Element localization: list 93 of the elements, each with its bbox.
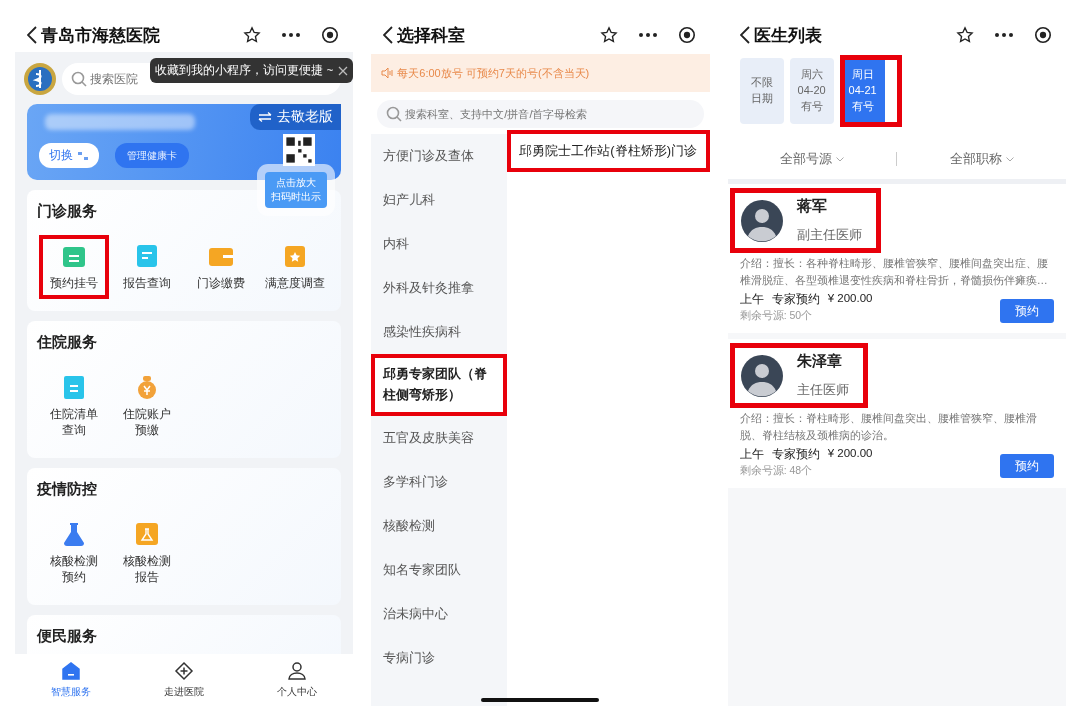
- swap-icon: [258, 112, 273, 122]
- page-title: 医生列表: [739, 23, 822, 47]
- doctor-title: 副主任医师: [796, 226, 862, 244]
- close-icon[interactable]: [338, 65, 349, 76]
- department-category[interactable]: 专病门诊: [371, 636, 508, 680]
- service-label: 门诊缴费: [196, 276, 245, 291]
- qr-hint-tooltip: 点击放大 扫码时出示: [265, 172, 328, 208]
- switch-button[interactable]: 切换: [39, 143, 99, 168]
- department-category[interactable]: 多学科门诊: [371, 460, 508, 504]
- date-tab[interactable]: 周六 04-20 有号: [789, 58, 834, 124]
- date-tab[interactable]: 周日 04-21 有号: [839, 55, 902, 127]
- nav-tab[interactable]: 走进医院: [127, 654, 241, 706]
- service-item[interactable]: 门诊缴费: [185, 235, 256, 300]
- section-title: 疫情防控: [37, 480, 98, 500]
- service-item[interactable]: 住院账户 预缴: [112, 366, 183, 447]
- date-tab[interactable]: 不限 日期: [739, 58, 784, 124]
- hospital-icon: [174, 661, 195, 681]
- department-category[interactable]: 知名专家团队: [371, 548, 508, 592]
- service-item[interactable]: 报告查询: [112, 235, 183, 300]
- session-text: 上午: [739, 447, 764, 462]
- filter-dropdown[interactable]: 全部职称: [897, 149, 1066, 169]
- service-label: 住院清单 查询: [49, 407, 98, 439]
- nav-tab[interactable]: 智慧服务: [15, 654, 128, 706]
- hospital-logo-icon: [23, 62, 57, 96]
- speaker-icon: [381, 67, 394, 79]
- target-icon[interactable]: [321, 26, 340, 44]
- service-label: 满意度调查: [264, 276, 325, 291]
- more-icon[interactable]: [637, 32, 658, 38]
- department-category[interactable]: 感染性疾病科: [371, 310, 508, 354]
- doctor-intro: 介绍：擅长：各种脊柱畸形、腰椎管狭窄、腰椎间盘突出症、腰椎滑脱症、各型颈椎退变性疾病和脊柱骨折，脊髓损伤伴瘫痪…: [739, 256, 1049, 288]
- department-category[interactable]: 五官及皮肤美容: [371, 416, 508, 460]
- service-label: 住院账户 预缴: [123, 407, 172, 439]
- manage-card-button[interactable]: 管理健康卡: [115, 143, 189, 168]
- book-button[interactable]: 预约: [1000, 299, 1054, 323]
- section-title: 便民服务: [37, 627, 98, 647]
- department-category[interactable]: 外科及针灸推拿: [371, 266, 508, 310]
- clinic-item[interactable]: 邱勇院士工作站(脊柱矫形)门诊: [507, 130, 710, 172]
- back-icon[interactable]: [27, 26, 37, 44]
- service-item[interactable]: 预约挂号: [38, 235, 109, 300]
- filter-dropdown[interactable]: 全部号源: [727, 149, 897, 169]
- department-category[interactable]: 妇产儿科: [371, 178, 508, 222]
- service-item[interactable]: 住院清单 查询: [38, 366, 109, 447]
- session-text: 上午: [739, 292, 764, 307]
- remaining-slots: 剩余号源: 50个: [739, 309, 873, 323]
- department-category[interactable]: 内科: [371, 222, 508, 266]
- avatar-icon: [740, 199, 783, 242]
- service-item[interactable]: 核酸检测 报告: [112, 513, 183, 594]
- elder-mode-button[interactable]: 去敬老版: [250, 104, 342, 130]
- person-icon: [286, 661, 307, 681]
- nav-tab[interactable]: 个人中心: [240, 654, 354, 706]
- service-item[interactable]: 满意度调查: [259, 235, 330, 300]
- price-text: ¥ 200.00: [827, 447, 873, 461]
- section-title: 住院服务: [37, 333, 98, 353]
- search-field[interactable]: 搜索科室、支持中文/拼音/首字母检索: [377, 100, 704, 128]
- more-icon[interactable]: [281, 32, 302, 38]
- star-icon[interactable]: [956, 26, 974, 44]
- star-icon[interactable]: [243, 26, 262, 44]
- doctor-name: 蒋军: [796, 197, 828, 216]
- service-label: 报告查询: [123, 276, 172, 291]
- qr-code-icon[interactable]: [283, 134, 316, 166]
- doctor-name: 朱泽章: [796, 352, 843, 371]
- book-button[interactable]: 预约: [1000, 454, 1054, 478]
- switch-icon: [77, 150, 89, 161]
- star-icon[interactable]: [599, 26, 618, 44]
- home-icon: [61, 661, 82, 681]
- appointment-type: 专家预约: [771, 292, 820, 307]
- section-title: 门诊服务: [37, 202, 98, 221]
- service-label: 预约挂号: [49, 276, 98, 291]
- remaining-slots: 剩余号源: 48个: [739, 464, 873, 478]
- target-icon[interactable]: [1034, 26, 1052, 44]
- page-title: 青岛市海慈医院: [27, 23, 160, 47]
- service-item[interactable]: 核酸检测 预约: [38, 513, 109, 594]
- chevron-down-icon: [1005, 156, 1014, 162]
- avatar-icon: [740, 354, 783, 397]
- back-icon[interactable]: [383, 26, 394, 44]
- price-text: ¥ 200.00: [827, 292, 873, 306]
- tooltip-text: 收藏到我的小程序，访问更便捷 ~: [155, 63, 334, 78]
- doctor-intro: 介绍：擅长：脊柱畸形、腰椎间盘突出、腰椎管狭窄、腰椎滑脱、脊柱结核及颈椎病的诊治。: [739, 411, 1038, 443]
- doctor-title: 主任医师: [796, 381, 849, 399]
- department-category[interactable]: 邱勇专家团队（脊柱侧弯矫形）: [371, 354, 508, 416]
- department-category[interactable]: 方便门诊及查体: [371, 134, 508, 178]
- appointment-type: 专家预约: [771, 447, 820, 462]
- notice-text: 每天6:00放号 可预约7天的号(不含当天): [397, 65, 590, 81]
- more-icon[interactable]: [994, 32, 1014, 38]
- chevron-down-icon: [836, 156, 844, 162]
- service-label: 核酸检测 预约: [49, 554, 98, 586]
- back-icon[interactable]: [739, 26, 750, 44]
- beaker-icon: [134, 521, 161, 548]
- department-category[interactable]: 治未病中心: [371, 592, 508, 636]
- department-category[interactable]: 核酸检测: [371, 504, 508, 548]
- service-label: 核酸检测 报告: [123, 554, 172, 586]
- target-icon[interactable]: [677, 26, 696, 44]
- page-title: 选择科室: [383, 23, 466, 47]
